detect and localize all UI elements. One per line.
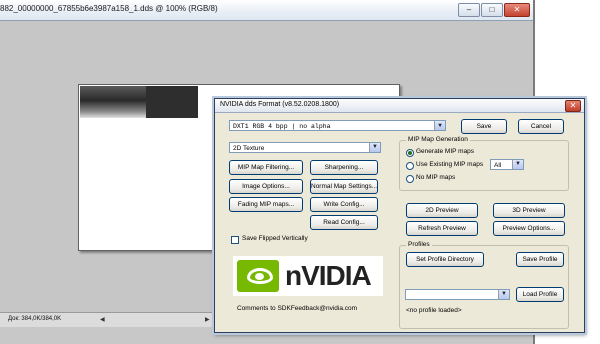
image-dark-block: [146, 86, 198, 118]
radio-generate-mip[interactable]: [406, 149, 414, 157]
radio-existing-mip-label: Use Existing MIP maps: [416, 161, 484, 168]
profiles-label: Profiles: [406, 241, 432, 248]
read-config-button[interactable]: Read Config...: [310, 215, 378, 230]
feedback-text: Comments to SDKFeedback@nvidia.com: [237, 305, 358, 312]
chevron-down-icon[interactable]: ▼: [512, 160, 523, 169]
preview-options-button[interactable]: Preview Options...: [493, 221, 565, 236]
mip-map-filtering-button[interactable]: MIP Map Filtering...: [229, 160, 303, 175]
write-config-button[interactable]: Write Config...: [310, 197, 378, 212]
minimize-button[interactable]: –: [458, 3, 480, 17]
maximize-button[interactable]: □: [481, 3, 503, 17]
load-profile-button[interactable]: Load Profile: [516, 287, 564, 302]
nvidia-eye-pupil: [255, 273, 264, 280]
document-title-bar[interactable]: 882_00000000_67855b6e3987a158_1.dds @ 10…: [0, 0, 534, 21]
radio-no-mip[interactable]: [406, 175, 414, 183]
fading-mip-maps-button[interactable]: Fading MIP maps...: [229, 197, 303, 212]
scroll-right-icon[interactable]: ▶: [205, 316, 210, 323]
save-button[interactable]: Save: [461, 119, 507, 134]
scroll-left-icon[interactable]: ◀: [100, 316, 105, 323]
set-profile-directory-button[interactable]: Set Profile Directory: [406, 252, 484, 267]
save-flipped-label: Save Flipped Vertically: [242, 235, 308, 242]
document-title: 882_00000000_67855b6e3987a158_1.dds @ 10…: [0, 4, 218, 13]
document-size-status: Док: 384,0K/384,0K: [8, 316, 62, 322]
dialog-title: NVIDIA dds Format (v8.52.0208.1800): [220, 101, 340, 108]
chevron-down-icon[interactable]: ▼: [434, 121, 445, 130]
existing-mip-count-select[interactable]: All ▼: [490, 159, 524, 170]
chevron-down-icon[interactable]: ▼: [369, 143, 380, 152]
radio-generate-mip-label: Generate MIP maps: [416, 148, 475, 155]
radio-no-mip-label: No MIP maps: [416, 174, 456, 181]
format-select-value: DXT1 RGB 4 bpp | no alpha: [233, 123, 331, 130]
mip-generation-label: MIP Map Generation: [406, 136, 470, 143]
existing-mip-count-value: All: [494, 162, 502, 169]
profile-select[interactable]: ▼: [405, 289, 510, 300]
image-gradient-block: [80, 86, 146, 118]
save-flipped-checkbox[interactable]: [231, 236, 239, 244]
nvidia-eye-icon: [237, 260, 279, 292]
profile-status: <no profile loaded>: [406, 307, 462, 314]
mip-generation-group: MIP Map Generation Generate MIP maps Use…: [399, 136, 569, 191]
nvidia-dds-dialog: NVIDIA dds Format (v8.52.0208.1800) ✕ DX…: [214, 98, 585, 333]
texture-type-value: 2D Texture: [233, 145, 265, 152]
nvidia-logo: nVIDIA: [233, 256, 383, 296]
cancel-button[interactable]: Cancel: [518, 119, 564, 134]
texture-type-select[interactable]: 2D Texture ▼: [229, 142, 381, 153]
nvidia-wordmark: nVIDIA: [285, 260, 372, 291]
save-profile-button[interactable]: Save Profile: [516, 252, 564, 267]
preview-3d-button[interactable]: 3D Preview: [493, 203, 565, 218]
image-options-button[interactable]: Image Options...: [229, 179, 303, 194]
radio-existing-mip[interactable]: [406, 162, 414, 170]
chevron-down-icon[interactable]: ▼: [498, 290, 509, 299]
format-select[interactable]: DXT1 RGB 4 bpp | no alpha ▼: [229, 120, 446, 131]
normal-map-settings-button[interactable]: Normal Map Settings...: [310, 179, 378, 194]
sharpening-button[interactable]: Sharpening...: [310, 160, 378, 175]
dialog-title-bar[interactable]: NVIDIA dds Format (v8.52.0208.1800) ✕: [215, 99, 584, 113]
dialog-close-button[interactable]: ✕: [565, 100, 581, 112]
preview-2d-button[interactable]: 2D Preview: [406, 203, 478, 218]
profiles-group: Profiles Set Profile Directory Save Prof…: [399, 241, 569, 329]
refresh-preview-button[interactable]: Refresh Preview: [406, 221, 478, 236]
window-close-button[interactable]: ✕: [504, 3, 530, 17]
